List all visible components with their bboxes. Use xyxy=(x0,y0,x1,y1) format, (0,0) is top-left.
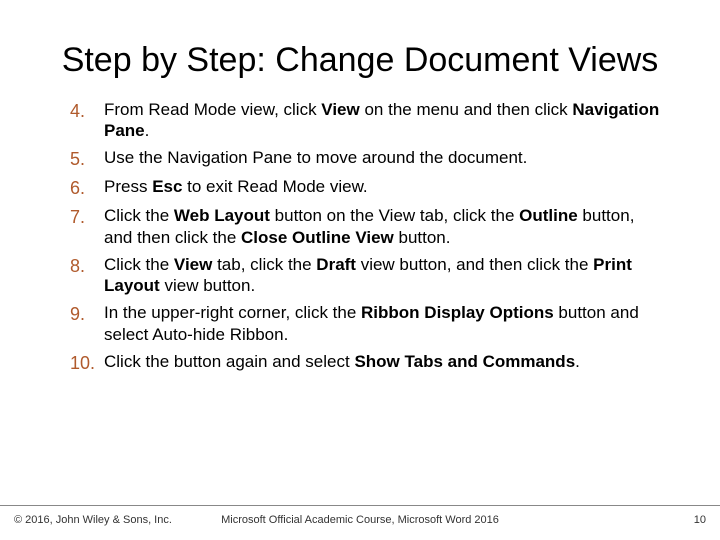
step-number: 9. xyxy=(70,302,104,325)
step-list: 4.From Read Mode view, click View on the… xyxy=(70,99,660,374)
list-item: 4.From Read Mode view, click View on the… xyxy=(70,99,660,142)
step-text: From Read Mode view, click View on the m… xyxy=(104,99,660,142)
footer: © 2016, John Wiley & Sons, Inc. Microsof… xyxy=(0,505,720,530)
list-item: 6.Press Esc to exit Read Mode view. xyxy=(70,176,660,199)
step-text: Use the Navigation Pane to move around t… xyxy=(104,147,660,168)
step-text: Press Esc to exit Read Mode view. xyxy=(104,176,660,197)
list-item: 7.Click the Web Layout button on the Vie… xyxy=(70,205,660,248)
slide: Step by Step: Change Document Views 4.Fr… xyxy=(0,0,720,540)
step-number: 6. xyxy=(70,176,104,199)
list-item: 8.Click the View tab, click the Draft vi… xyxy=(70,254,660,297)
step-text: Click the button again and select Show T… xyxy=(104,351,660,372)
step-text: Click the View tab, click the Draft view… xyxy=(104,254,660,297)
footer-right: 10 xyxy=(694,514,706,526)
list-item: 5.Use the Navigation Pane to move around… xyxy=(70,147,660,170)
step-text: Click the Web Layout button on the View … xyxy=(104,205,660,248)
step-text: In the upper-right corner, click the Rib… xyxy=(104,302,660,345)
step-number: 10. xyxy=(70,351,104,374)
footer-left: © 2016, John Wiley & Sons, Inc. xyxy=(14,514,172,526)
step-number: 5. xyxy=(70,147,104,170)
step-number: 7. xyxy=(70,205,104,228)
step-number: 8. xyxy=(70,254,104,277)
list-item: 9.In the upper-right corner, click the R… xyxy=(70,302,660,345)
list-item: 10.Click the button again and select Sho… xyxy=(70,351,660,374)
footer-center: Microsoft Official Academic Course, Micr… xyxy=(221,514,499,526)
slide-title: Step by Step: Change Document Views xyxy=(40,40,680,81)
step-number: 4. xyxy=(70,99,104,122)
